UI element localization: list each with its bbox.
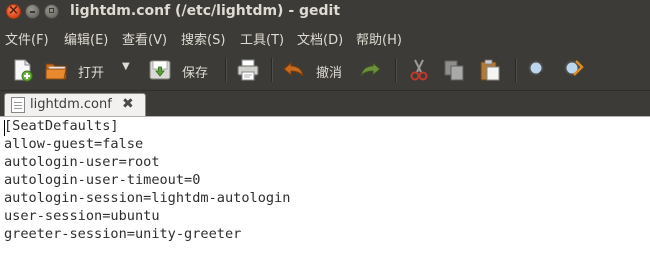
window-close-button[interactable] — [6, 4, 21, 19]
copy-button[interactable] — [440, 57, 468, 83]
save-button[interactable]: 保存 — [146, 57, 216, 83]
maximize-icon — [45, 5, 58, 18]
menu-file[interactable]: 文件(F) — [5, 29, 49, 48]
toolbar-separator — [225, 58, 227, 82]
menu-edit[interactable]: 编辑(E) — [64, 29, 108, 48]
editor-line: autologin-user=root — [4, 154, 160, 170]
find-replace-button[interactable] — [560, 57, 588, 83]
open-label: 打开 — [78, 66, 105, 81]
open-dropdown-arrow-icon[interactable]: ▼ — [122, 61, 130, 72]
menu-view[interactable]: 查看(V) — [122, 29, 167, 48]
close-icon — [7, 4, 20, 18]
menu-search[interactable]: 搜索(S) — [181, 29, 225, 48]
editor-line: allow-guest=false — [4, 136, 144, 152]
undo-button[interactable]: 撤消 — [280, 57, 352, 83]
print-icon — [237, 59, 259, 81]
editor-line: autologin-user-timeout=0 — [4, 172, 201, 188]
title-bar: lightdm.conf (/etc/lightdm) - gedit — [0, 0, 650, 25]
undo-icon — [283, 61, 304, 77]
open-folder-icon — [45, 63, 67, 80]
document-tab-bar: lightdm.conf ✖ — [0, 91, 650, 116]
editor-line: [SeatDefaults] — [4, 118, 119, 134]
print-button[interactable] — [234, 57, 262, 83]
toolbar: 打开 ▼ 保存 撤消 — [0, 50, 650, 91]
minimize-icon — [26, 5, 39, 18]
copy-icon — [444, 60, 464, 81]
search-icon — [528, 60, 549, 81]
tab-label: lightdm.conf — [30, 97, 112, 112]
scissors-icon — [410, 59, 428, 81]
window-minimize-button[interactable] — [25, 4, 40, 19]
window-title: lightdm.conf (/etc/lightdm) - gedit — [70, 3, 341, 19]
paste-icon — [480, 59, 500, 81]
toolbar-separator — [515, 58, 517, 82]
paste-button[interactable] — [476, 57, 504, 83]
undo-label: 撤消 — [316, 66, 343, 81]
tab-close-icon[interactable]: ✖ — [122, 96, 134, 112]
cut-button[interactable] — [405, 57, 433, 83]
menu-bar: 文件(F) 编辑(E) 查看(V) 搜索(S) 工具(T) 文档(D) 帮助(H… — [0, 25, 650, 50]
window-maximize-button[interactable] — [44, 4, 59, 19]
find-replace-icon — [564, 60, 585, 81]
editor-line: autologin-session=lightdm-autologin — [4, 190, 291, 206]
redo-icon — [360, 61, 381, 77]
gedit-window: lightdm.conf (/etc/lightdm) - gedit 文件(F… — [0, 0, 650, 264]
save-icon — [149, 60, 171, 80]
redo-button[interactable] — [356, 57, 384, 83]
menu-tools[interactable]: 工具(T) — [240, 29, 284, 48]
new-document-icon — [14, 59, 33, 82]
toolbar-separator — [395, 58, 397, 82]
menu-help[interactable]: 帮助(H) — [356, 29, 402, 48]
editor-line: user-session=ubuntu — [4, 208, 160, 224]
find-button[interactable] — [524, 57, 552, 83]
toolbar-separator — [271, 58, 273, 82]
open-button[interactable]: 打开 ▼ — [42, 57, 137, 83]
new-document-button[interactable] — [8, 57, 36, 83]
text-editor[interactable]: [SeatDefaults] allow-guest=false autolog… — [0, 116, 650, 264]
save-label: 保存 — [182, 66, 209, 81]
editor-line: greeter-session=unity-greeter — [4, 226, 242, 242]
text-file-icon — [11, 97, 25, 113]
menu-documents[interactable]: 文档(D) — [297, 29, 343, 48]
tab-lightdm-conf[interactable]: lightdm.conf ✖ — [4, 93, 146, 116]
